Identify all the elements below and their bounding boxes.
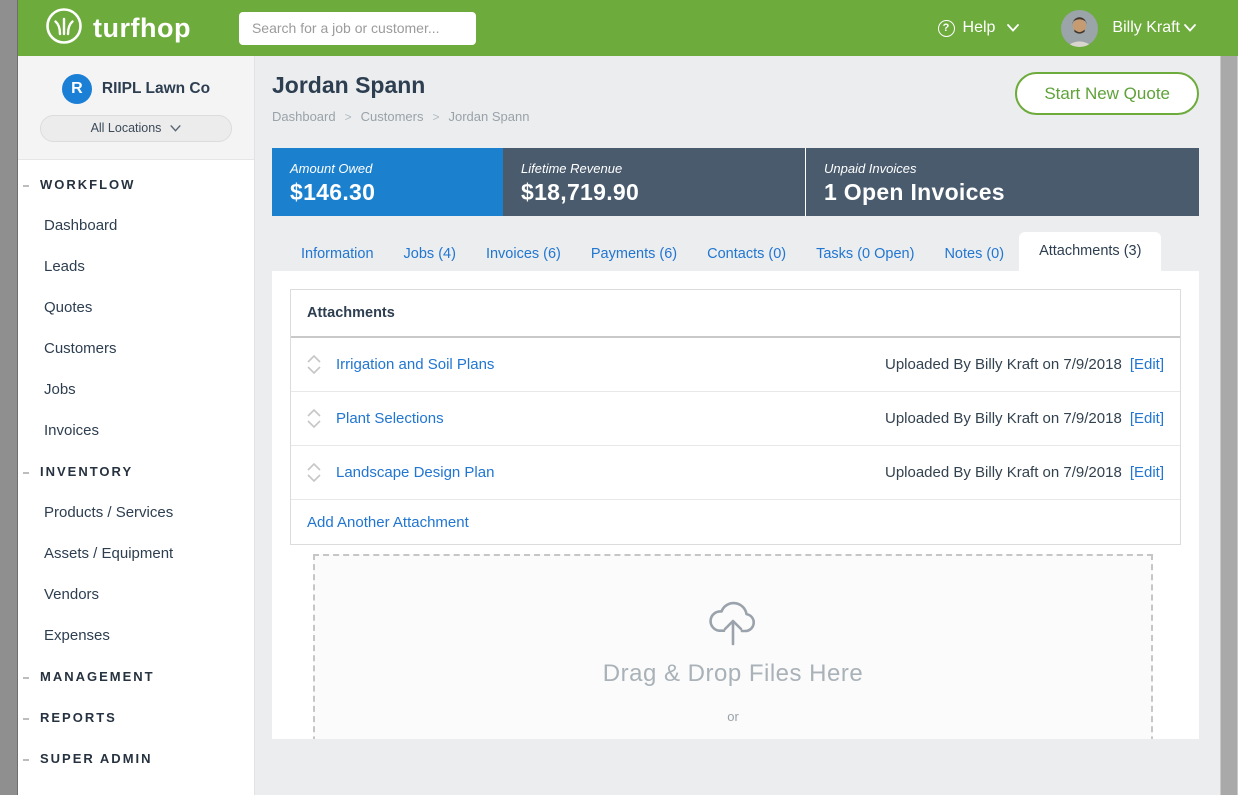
tab-information[interactable]: Information bbox=[286, 237, 389, 271]
stats-bar: Amount Owed $146.30 Lifetime Revenue $18… bbox=[272, 148, 1199, 216]
attachment-edit-link[interactable]: [Edit] bbox=[1130, 410, 1164, 427]
attachment-row: Irrigation and Soil Plans Uploaded By Bi… bbox=[291, 338, 1180, 392]
chevron-down-icon[interactable] bbox=[307, 474, 321, 482]
attachment-row: Plant Selections Uploaded By Billy Kraft… bbox=[291, 392, 1180, 446]
reorder-control[interactable] bbox=[307, 409, 321, 428]
sidebar: R RIIPL Lawn Co All Locations WORKFLOW D… bbox=[18, 56, 255, 795]
tab-contacts[interactable]: Contacts (0) bbox=[692, 237, 801, 271]
company-logo-icon: R bbox=[62, 74, 92, 104]
tab-payments[interactable]: Payments (6) bbox=[576, 237, 692, 271]
sidebar-nav: WORKFLOW Dashboard Leads Quotes Customer… bbox=[18, 160, 254, 779]
user-menu[interactable]: Billy Kraft bbox=[1112, 19, 1180, 37]
sidebar-item-dashboard[interactable]: Dashboard bbox=[18, 205, 254, 246]
window-edge-strip bbox=[0, 0, 18, 795]
chevron-down-icon bbox=[1007, 24, 1019, 32]
chevron-down-icon[interactable] bbox=[307, 366, 321, 374]
breadcrumb-customers[interactable]: Customers bbox=[361, 109, 449, 124]
reorder-control[interactable] bbox=[307, 463, 321, 482]
attachment-meta: Uploaded By Billy Kraft on 7/9/2018 bbox=[885, 410, 1122, 427]
sidebar-item-jobs[interactable]: Jobs bbox=[18, 369, 254, 410]
sidebar-item-invoices[interactable]: Invoices bbox=[18, 410, 254, 451]
dropzone-title: Drag & Drop Files Here bbox=[603, 660, 863, 688]
stat-label: Amount Owed bbox=[290, 161, 503, 176]
sidebar-item-quotes[interactable]: Quotes bbox=[18, 287, 254, 328]
tab-jobs[interactable]: Jobs (4) bbox=[389, 237, 471, 271]
brand-name: turfhop bbox=[93, 13, 191, 44]
stat-value: $146.30 bbox=[290, 179, 503, 206]
search-input[interactable] bbox=[239, 12, 476, 45]
attachments-card: Attachments Irrigation and Soil Plans Up… bbox=[290, 289, 1181, 545]
top-header: turfhop ? Help Billy Kraft bbox=[18, 0, 1238, 56]
turfhop-logo-icon bbox=[44, 6, 84, 51]
cloud-upload-icon bbox=[704, 600, 762, 648]
avatar[interactable] bbox=[1061, 10, 1098, 47]
attachments-panel: Attachments Irrigation and Soil Plans Up… bbox=[272, 271, 1199, 739]
main-area: Jordan Spann Dashboard Customers Jordan … bbox=[255, 56, 1220, 795]
chevron-up-icon[interactable] bbox=[307, 355, 321, 363]
help-menu[interactable]: ? Help bbox=[938, 19, 1020, 37]
sidebar-section-management[interactable]: MANAGEMENT bbox=[18, 656, 254, 697]
attachments-card-title: Attachments bbox=[291, 290, 1180, 338]
user-name: Billy Kraft bbox=[1112, 19, 1180, 36]
stat-value: $18,719.90 bbox=[521, 179, 805, 206]
tab-invoices[interactable]: Invoices (6) bbox=[471, 237, 576, 271]
attachment-link[interactable]: Irrigation and Soil Plans bbox=[336, 356, 494, 373]
chevron-down-icon bbox=[170, 125, 181, 132]
attachment-link[interactable]: Landscape Design Plan bbox=[336, 464, 494, 481]
breadcrumb-dashboard[interactable]: Dashboard bbox=[272, 109, 361, 124]
help-label: Help bbox=[963, 19, 996, 37]
tab-notes[interactable]: Notes (0) bbox=[929, 237, 1019, 271]
attachment-edit-link[interactable]: [Edit] bbox=[1130, 356, 1164, 373]
stat-label: Unpaid Invoices bbox=[824, 161, 1199, 176]
sidebar-item-customers[interactable]: Customers bbox=[18, 328, 254, 369]
stat-lifetime-revenue: Lifetime Revenue $18,719.90 bbox=[503, 148, 805, 216]
sidebar-section-reports[interactable]: REPORTS bbox=[18, 697, 254, 738]
chevron-up-icon[interactable] bbox=[307, 409, 321, 417]
stat-label: Lifetime Revenue bbox=[521, 161, 805, 176]
user-chevron-down-icon[interactable] bbox=[1184, 24, 1196, 32]
chevron-up-icon[interactable] bbox=[307, 463, 321, 471]
app-root: turfhop ? Help Billy Kraft bbox=[0, 0, 1238, 795]
stat-amount-owed: Amount Owed $146.30 bbox=[272, 148, 503, 216]
attachment-edit-link[interactable]: [Edit] bbox=[1130, 464, 1164, 481]
stat-value: 1 Open Invoices bbox=[824, 179, 1199, 206]
sidebar-item-assets-equipment[interactable]: Assets / Equipment bbox=[18, 533, 254, 574]
file-dropzone[interactable]: Drag & Drop Files Here or Browse Files bbox=[313, 554, 1153, 739]
page-head: Jordan Spann Dashboard Customers Jordan … bbox=[272, 56, 1199, 142]
company-name: RIIPL Lawn Co bbox=[102, 80, 210, 98]
sidebar-section-inventory[interactable]: INVENTORY bbox=[18, 451, 254, 492]
sidebar-item-vendors[interactable]: Vendors bbox=[18, 574, 254, 615]
header-right: ? Help Billy Kraft bbox=[938, 10, 1196, 47]
help-icon: ? bbox=[938, 20, 955, 37]
scrollbar-thumb[interactable] bbox=[1221, 56, 1237, 795]
location-selector[interactable]: All Locations bbox=[40, 115, 232, 142]
tab-bar: Information Jobs (4) Invoices (6) Paymen… bbox=[272, 232, 1199, 271]
sidebar-section-super-admin[interactable]: SUPER ADMIN bbox=[18, 738, 254, 779]
attachment-row: Landscape Design Plan Uploaded By Billy … bbox=[291, 446, 1180, 500]
breadcrumb-current: Jordan Spann bbox=[449, 109, 530, 124]
location-label: All Locations bbox=[91, 121, 162, 135]
add-attachment-link[interactable]: Add Another Attachment bbox=[291, 500, 1180, 544]
company-row: R RIIPL Lawn Co bbox=[62, 74, 210, 104]
scrollbar-track[interactable] bbox=[1220, 56, 1238, 795]
sidebar-section-workflow[interactable]: WORKFLOW bbox=[18, 164, 254, 205]
sidebar-item-leads[interactable]: Leads bbox=[18, 246, 254, 287]
reorder-control[interactable] bbox=[307, 355, 321, 374]
brand[interactable]: turfhop bbox=[44, 6, 191, 51]
sidebar-company-block: R RIIPL Lawn Co All Locations bbox=[18, 56, 254, 160]
start-new-quote-button[interactable]: Start New Quote bbox=[1015, 72, 1199, 115]
chevron-down-icon[interactable] bbox=[307, 420, 321, 428]
sidebar-item-products-services[interactable]: Products / Services bbox=[18, 492, 254, 533]
tab-tasks[interactable]: Tasks (0 Open) bbox=[801, 237, 929, 271]
dropzone-divider-text: or bbox=[727, 709, 739, 724]
attachment-meta: Uploaded By Billy Kraft on 7/9/2018 bbox=[885, 356, 1122, 373]
attachment-meta: Uploaded By Billy Kraft on 7/9/2018 bbox=[885, 464, 1122, 481]
attachment-link[interactable]: Plant Selections bbox=[336, 410, 444, 427]
tab-attachments[interactable]: Attachments (3) bbox=[1019, 232, 1161, 271]
sidebar-item-expenses[interactable]: Expenses bbox=[18, 615, 254, 656]
stat-unpaid-invoices: Unpaid Invoices 1 Open Invoices bbox=[805, 148, 1199, 216]
